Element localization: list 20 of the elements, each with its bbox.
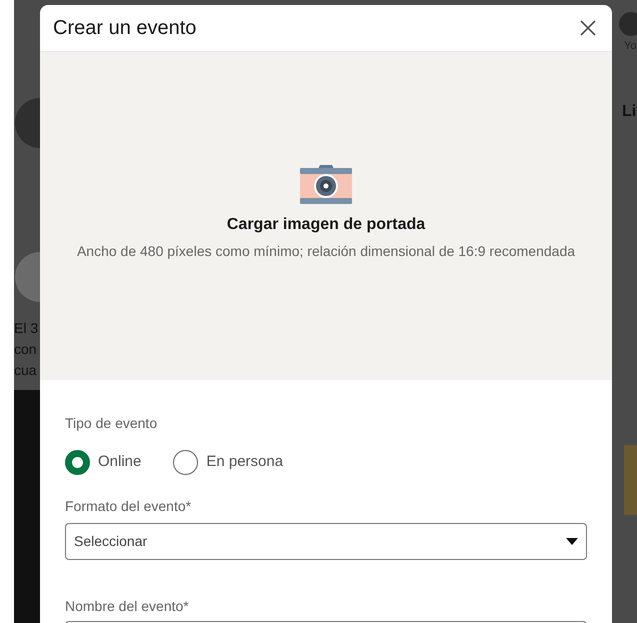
radio-selected[interactable]: [65, 450, 90, 475]
cover-hint: Ancho de 480 píxeles como mínimo; relación dimensional de 16:9 recomendada: [76, 242, 576, 261]
format-label: Formato del evento*: [65, 497, 192, 516]
radio-unselected[interactable]: [173, 450, 198, 475]
close-icon: [580, 20, 596, 36]
post-text-fragment: con: [14, 340, 38, 359]
event-type-label: Tipo de evento: [65, 414, 158, 433]
header-avatar: [619, 12, 637, 36]
camera-icon: [300, 162, 352, 204]
cover-upload-area[interactable]: Cargar imagen de portada Ancho de 480 píxeles como mínimo; relación dimensional de 16:9 recomendada: [40, 52, 612, 380]
radio-option[interactable]: Online: [65, 450, 142, 475]
post-text-fragment: cua: [14, 361, 38, 380]
cover-title: Cargar imagen de portada: [226, 214, 426, 234]
post-text-fragment: El 3: [14, 319, 38, 338]
radio-option[interactable]: En persona: [173, 450, 284, 475]
caret-icon: [566, 538, 578, 545]
dialog-title: Crear un evento: [53, 16, 196, 41]
heading-fragment: Li: [622, 102, 636, 122]
format-select[interactable]: Seleccionar: [65, 523, 587, 560]
name-label: Nombre del evento*: [65, 597, 190, 616]
